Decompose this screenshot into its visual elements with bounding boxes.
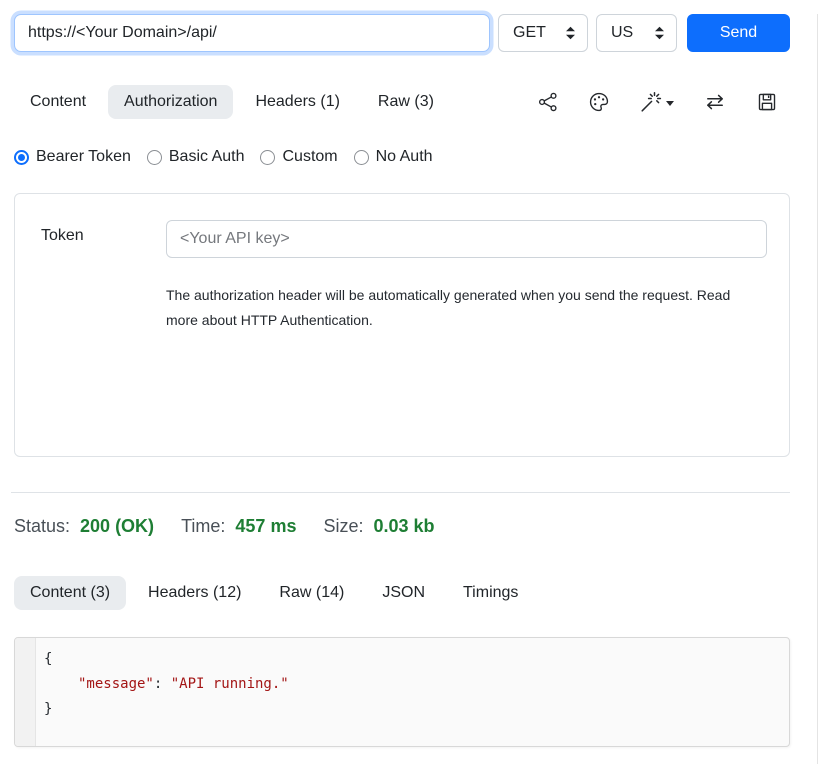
code-line: "message": "API running." <box>44 672 289 697</box>
radio-unselected-icon <box>354 150 369 165</box>
request-bar: GET US Send <box>14 14 790 52</box>
response-tabs-row: Content (3) Headers (12) Raw (14) JSON T… <box>14 576 790 610</box>
auth-help-text: The authorization header will be automat… <box>166 283 762 333</box>
method-select[interactable]: GET <box>498 14 588 52</box>
status-label: Status: <box>14 516 70 537</box>
json-key: "message" <box>78 676 154 692</box>
auth-option-no-auth[interactable]: No Auth <box>354 148 433 166</box>
tab-content[interactable]: Content <box>14 85 102 119</box>
auth-option-label: Basic Auth <box>169 148 245 166</box>
page-scroll-divider <box>817 14 818 764</box>
chevron-down-icon <box>666 101 674 106</box>
response-tab-raw[interactable]: Raw (14) <box>263 576 360 610</box>
auth-type-row: Bearer Token Basic Auth Custom No Auth <box>14 148 790 166</box>
status-value: 200 (OK) <box>80 516 154 537</box>
send-button[interactable]: Send <box>687 14 790 52</box>
json-separator: : <box>154 676 171 692</box>
updown-arrows-icon <box>654 26 665 40</box>
code-line: { <box>44 647 289 672</box>
time-label: Time: <box>181 516 225 537</box>
region-select-value: US <box>611 24 633 42</box>
auth-option-custom[interactable]: Custom <box>260 148 337 166</box>
response-tab-headers[interactable]: Headers (12) <box>132 576 257 610</box>
request-toolbar <box>537 90 790 114</box>
response-tab-content[interactable]: Content (3) <box>14 576 126 610</box>
response-status-row: Status: 200 (OK) Time: 457 ms Size: 0.03… <box>14 516 790 537</box>
response-body-panel[interactable]: { "message": "API running." } <box>14 637 790 747</box>
code-line: } <box>44 697 289 722</box>
token-field-row: Token <box>41 220 767 258</box>
token-panel: Token The authorization header will be a… <box>14 193 790 457</box>
tab-headers[interactable]: Headers (1) <box>239 85 355 119</box>
token-label: Token <box>41 220 166 258</box>
radio-unselected-icon <box>147 150 162 165</box>
swap-arrows-icon[interactable] <box>703 90 727 114</box>
auth-option-bearer-token[interactable]: Bearer Token <box>14 148 131 166</box>
radio-unselected-icon <box>260 150 275 165</box>
auth-option-label: Custom <box>282 148 337 166</box>
url-input[interactable] <box>14 14 490 52</box>
tab-raw[interactable]: Raw (3) <box>362 85 450 119</box>
save-icon[interactable] <box>756 91 778 113</box>
response-json-code: { "message": "API running." } <box>44 647 289 722</box>
time-group: Time: 457 ms <box>181 516 296 537</box>
auth-option-label: Bearer Token <box>36 148 131 166</box>
json-value: "API running." <box>171 676 289 692</box>
region-select[interactable]: US <box>596 14 677 52</box>
auth-option-label: No Auth <box>376 148 433 166</box>
request-tabs-row: Content Authorization Headers (1) Raw (3… <box>14 85 790 119</box>
code-gutter <box>15 638 36 746</box>
request-response-divider <box>11 492 790 493</box>
share-icon[interactable] <box>537 91 559 113</box>
tab-authorization[interactable]: Authorization <box>108 85 233 119</box>
size-label: Size: <box>323 516 363 537</box>
response-tab-timings[interactable]: Timings <box>447 576 534 610</box>
status-group: Status: 200 (OK) <box>14 516 154 537</box>
token-input[interactable] <box>166 220 767 258</box>
response-tab-json[interactable]: JSON <box>366 576 441 610</box>
magic-wand-icon[interactable] <box>639 90 674 114</box>
time-value: 457 ms <box>235 516 296 537</box>
api-client-page: GET US Send Content Authorization Header… <box>14 14 790 747</box>
auth-option-basic-auth[interactable]: Basic Auth <box>147 148 245 166</box>
radio-selected-icon <box>14 150 29 165</box>
method-select-value: GET <box>513 24 546 42</box>
palette-icon[interactable] <box>588 91 610 113</box>
size-group: Size: 0.03 kb <box>323 516 434 537</box>
updown-arrows-icon <box>565 26 576 40</box>
size-value: 0.03 kb <box>374 516 435 537</box>
